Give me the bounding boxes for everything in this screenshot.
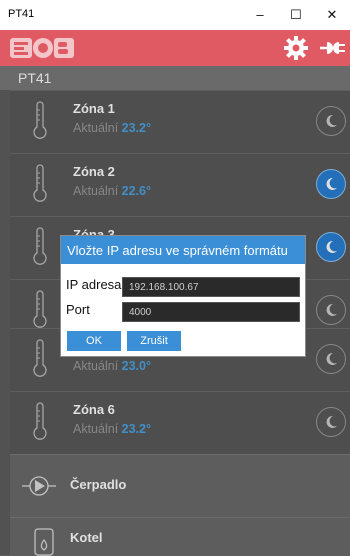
connection-plug-icon[interactable]: [318, 38, 348, 58]
close-button[interactable]: ✕: [314, 4, 350, 26]
ip-address-input[interactable]: 192.168.100.67: [122, 277, 300, 297]
minimize-button[interactable]: –: [242, 4, 278, 26]
ip-address-dialog: Vložte IP adresu ve správném formátu IP …: [60, 235, 306, 357]
settings-gear-icon[interactable]: [283, 35, 309, 61]
port-label: Port: [66, 302, 90, 317]
port-input[interactable]: 4000: [122, 302, 300, 322]
maximize-button[interactable]: ☐: [278, 4, 314, 26]
brand-logo: [10, 38, 74, 58]
window-title: PT41: [8, 8, 35, 20]
device-label-bar: PT41: [0, 66, 350, 90]
dialog-header: Vložte IP adresu ve správném formátu: [61, 236, 305, 264]
app-header: [0, 30, 350, 66]
ip-label: IP adresa: [66, 277, 122, 292]
cancel-button[interactable]: Zrušit: [127, 331, 181, 351]
window-titlebar: PT41 – ☐ ✕: [0, 0, 350, 30]
dialog-title: Vložte IP adresu ve správném formátu: [67, 243, 288, 258]
device-name: PT41: [18, 70, 52, 86]
ok-button[interactable]: OK: [67, 331, 121, 351]
